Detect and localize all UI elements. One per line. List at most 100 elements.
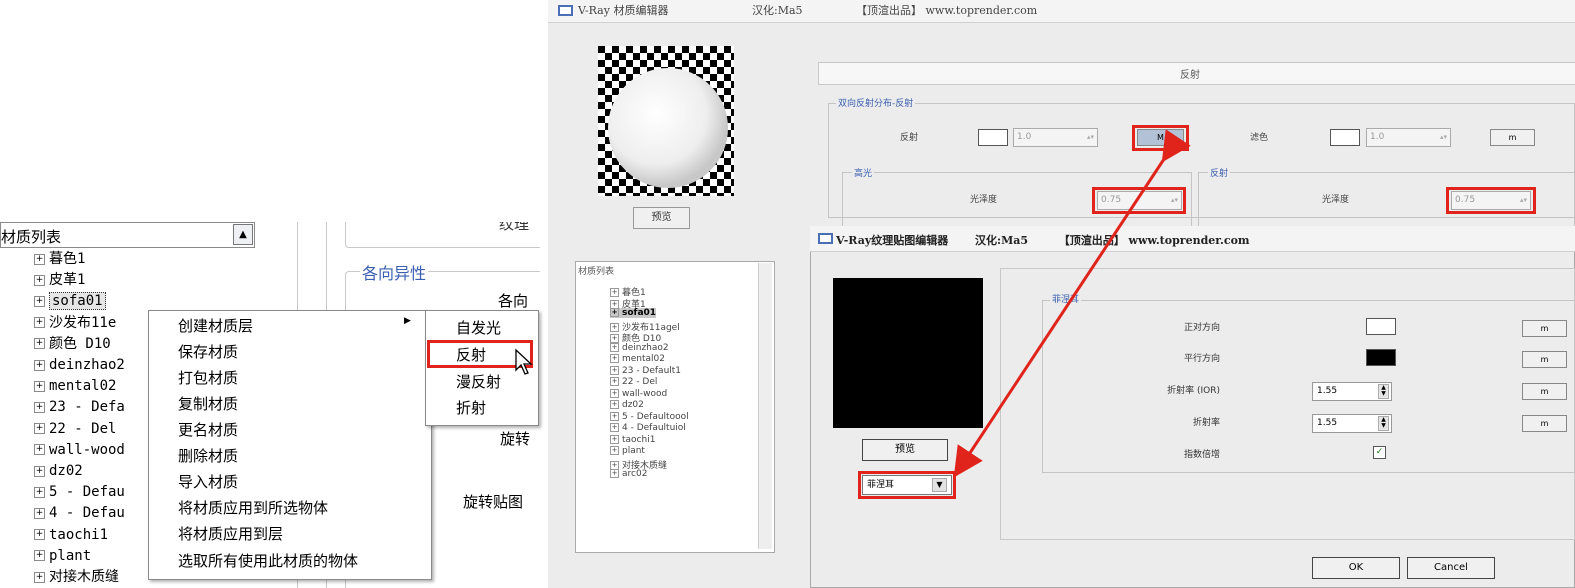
ctx-item-select-objects[interactable]: 选取所有使用此材质的物体 bbox=[178, 550, 358, 571]
material-list-item-label: plant bbox=[622, 446, 645, 456]
expand-plus-icon[interactable]: + bbox=[610, 388, 619, 398]
material-preview-sphere bbox=[598, 46, 734, 196]
material-list-item[interactable]: + wall-wood bbox=[610, 388, 668, 399]
refraction-ior-spinner[interactable]: 1.55 ▲ ▼ bbox=[1312, 414, 1392, 433]
expand-plus-icon[interactable]: + bbox=[610, 308, 619, 317]
tree-item[interactable]: +5 - Defau bbox=[34, 482, 125, 503]
material-list-item[interactable]: + sofa01 bbox=[610, 308, 657, 318]
expand-plus-icon[interactable]: + bbox=[34, 465, 45, 477]
ctx-item-rename[interactable]: 更名材质 bbox=[178, 419, 238, 440]
parallel-map-button[interactable]: m bbox=[1522, 351, 1567, 368]
expand-plus-icon[interactable]: + bbox=[34, 380, 45, 392]
ctx-item-import[interactable]: 导入材质 bbox=[178, 471, 238, 492]
tree-item[interactable]: +22 - Del bbox=[34, 419, 116, 440]
tree-item[interactable]: + 暮色1 bbox=[34, 249, 85, 270]
material-list-scrollbar[interactable] bbox=[758, 263, 772, 549]
expand-plus-icon[interactable]: + bbox=[34, 571, 45, 583]
material-list-item[interactable]: + deinzhao2 bbox=[610, 342, 669, 353]
expand-plus-icon[interactable]: + bbox=[34, 529, 45, 541]
expand-plus-icon[interactable]: + bbox=[34, 550, 45, 562]
material-list-item[interactable]: + taochi1 bbox=[610, 434, 655, 445]
filter-color-swatch[interactable] bbox=[1330, 129, 1360, 146]
expand-plus-icon[interactable]: + bbox=[34, 253, 45, 265]
reflection-gloss-highlight-box bbox=[1446, 187, 1536, 214]
expand-plus-icon[interactable]: + bbox=[610, 434, 619, 444]
submenu-item-emissive[interactable]: 自发光 bbox=[456, 317, 501, 338]
expand-plus-icon[interactable]: + bbox=[34, 507, 45, 519]
brdf-group-title: 双向反射分布-反射 bbox=[836, 96, 916, 109]
tree-item[interactable]: + wall-wood bbox=[34, 440, 125, 461]
reflection-amount-spinner[interactable]: 1.0 ▴▾ bbox=[1013, 128, 1098, 147]
refraction-map-button[interactable]: m bbox=[1522, 415, 1567, 432]
material-list-item[interactable]: +5 - Defaultoool bbox=[610, 411, 689, 422]
tree-item[interactable]: + taochi1 bbox=[34, 525, 108, 546]
material-list-item[interactable]: +23 - Default1 bbox=[610, 365, 682, 376]
expand-plus-icon[interactable]: + bbox=[610, 423, 619, 432]
expand-plus-icon[interactable]: + bbox=[34, 295, 45, 307]
ctx-item-create-layer[interactable]: 创建材质层 bbox=[178, 315, 253, 336]
expand-plus-icon[interactable]: + bbox=[34, 338, 45, 350]
expand-plus-icon[interactable]: + bbox=[34, 423, 45, 435]
expand-plus-icon[interactable]: + bbox=[610, 342, 619, 352]
expand-plus-icon[interactable]: + bbox=[34, 486, 45, 498]
expand-plus-icon[interactable]: + bbox=[610, 377, 619, 386]
expand-plus-icon[interactable]: + bbox=[34, 444, 45, 456]
tree-item[interactable]: + mental02 bbox=[34, 376, 116, 397]
tree-item[interactable]: + deinzhao2 bbox=[34, 355, 125, 376]
material-list-item[interactable]: + mental02 bbox=[610, 354, 665, 364]
material-list-item-label: 22 - Del bbox=[622, 377, 658, 387]
facing-map-button[interactable]: m bbox=[1522, 320, 1567, 337]
tree-item[interactable]: +4 - Defau bbox=[34, 503, 125, 524]
expand-plus-icon[interactable]: + bbox=[610, 400, 619, 409]
ok-button[interactable]: OK bbox=[1312, 557, 1400, 579]
tree-item[interactable]: +23 - Defa bbox=[34, 397, 125, 418]
material-list-item[interactable]: + dz02 bbox=[610, 400, 644, 410]
filter-map-button[interactable]: m bbox=[1490, 129, 1535, 146]
reflection-label: 反射 bbox=[900, 133, 919, 143]
ctx-item-apply-selected[interactable]: 将材质应用到所选物体 bbox=[178, 497, 328, 518]
expand-plus-icon[interactable]: + bbox=[34, 359, 45, 371]
expand-plus-icon[interactable]: + bbox=[34, 317, 45, 329]
ctx-item-save[interactable]: 保存材质 bbox=[178, 341, 238, 362]
tree-item-label: dz02 bbox=[49, 463, 83, 479]
material-list-item[interactable]: +22 - Del bbox=[610, 377, 657, 387]
tree-item[interactable]: + dz02 bbox=[34, 461, 83, 482]
material-preview-button[interactable]: 预览 bbox=[633, 207, 690, 229]
expand-plus-icon[interactable]: + bbox=[610, 365, 619, 375]
ctx-item-delete[interactable]: 删除材质 bbox=[178, 445, 238, 466]
submenu-item-diffuse[interactable]: 漫反射 bbox=[456, 371, 501, 392]
reflection-color-swatch[interactable] bbox=[978, 129, 1008, 146]
expand-plus-icon[interactable]: + bbox=[610, 411, 619, 421]
ctx-item-apply-layer[interactable]: 将材质应用到层 bbox=[178, 523, 283, 544]
expand-plus-icon[interactable]: + bbox=[610, 446, 619, 455]
material-list-item[interactable]: + arc02 bbox=[610, 469, 647, 479]
tree-item[interactable]: + 皮革1 bbox=[34, 270, 85, 291]
material-list-item-label: 23 - Default1 bbox=[622, 365, 682, 376]
exponent-multiplier-checkbox[interactable]: ✓ bbox=[1373, 446, 1386, 459]
facing-color-swatch[interactable] bbox=[1366, 318, 1396, 335]
material-list-item-label: mental02 bbox=[622, 354, 666, 364]
tree-item[interactable]: + 沙发布11e bbox=[34, 313, 116, 334]
material-list-item[interactable]: +4 - Defaultuiol bbox=[610, 423, 686, 433]
tree-item[interactable]: + plant bbox=[34, 546, 91, 567]
expand-plus-icon[interactable]: + bbox=[610, 469, 619, 478]
parallel-color-swatch[interactable] bbox=[1366, 349, 1396, 366]
tree-item[interactable]: + 颜色 D10 bbox=[34, 334, 111, 355]
expand-plus-icon[interactable]: + bbox=[34, 274, 45, 286]
filter-label: 滤色 bbox=[1250, 133, 1269, 143]
ior-map-button[interactable]: m bbox=[1522, 383, 1567, 400]
ctx-item-duplicate[interactable]: 复制材质 bbox=[178, 393, 238, 414]
expand-plus-icon[interactable]: + bbox=[610, 354, 619, 363]
texture-preview-button[interactable]: 预览 bbox=[862, 439, 948, 461]
cancel-button[interactable]: Cancel bbox=[1407, 557, 1495, 579]
material-list-item-label: wall-wood bbox=[622, 388, 668, 399]
submenu-item-refraction[interactable]: 折射 bbox=[456, 397, 486, 418]
ctx-item-pack[interactable]: 打包材质 bbox=[178, 367, 238, 388]
ior-spinner[interactable]: 1.55 ▲ ▼ bbox=[1312, 382, 1392, 401]
material-list-item[interactable]: + plant bbox=[610, 446, 645, 456]
tree-item[interactable]: + 对接木质缝 bbox=[34, 567, 119, 588]
expand-plus-icon[interactable]: + bbox=[34, 401, 45, 413]
scroll-up-arrow-icon[interactable]: ▲ bbox=[233, 224, 253, 245]
filter-amount-spinner[interactable]: 1.0 ▴▾ bbox=[1366, 128, 1451, 147]
tree-item[interactable]: + sofa01 bbox=[34, 291, 106, 312]
